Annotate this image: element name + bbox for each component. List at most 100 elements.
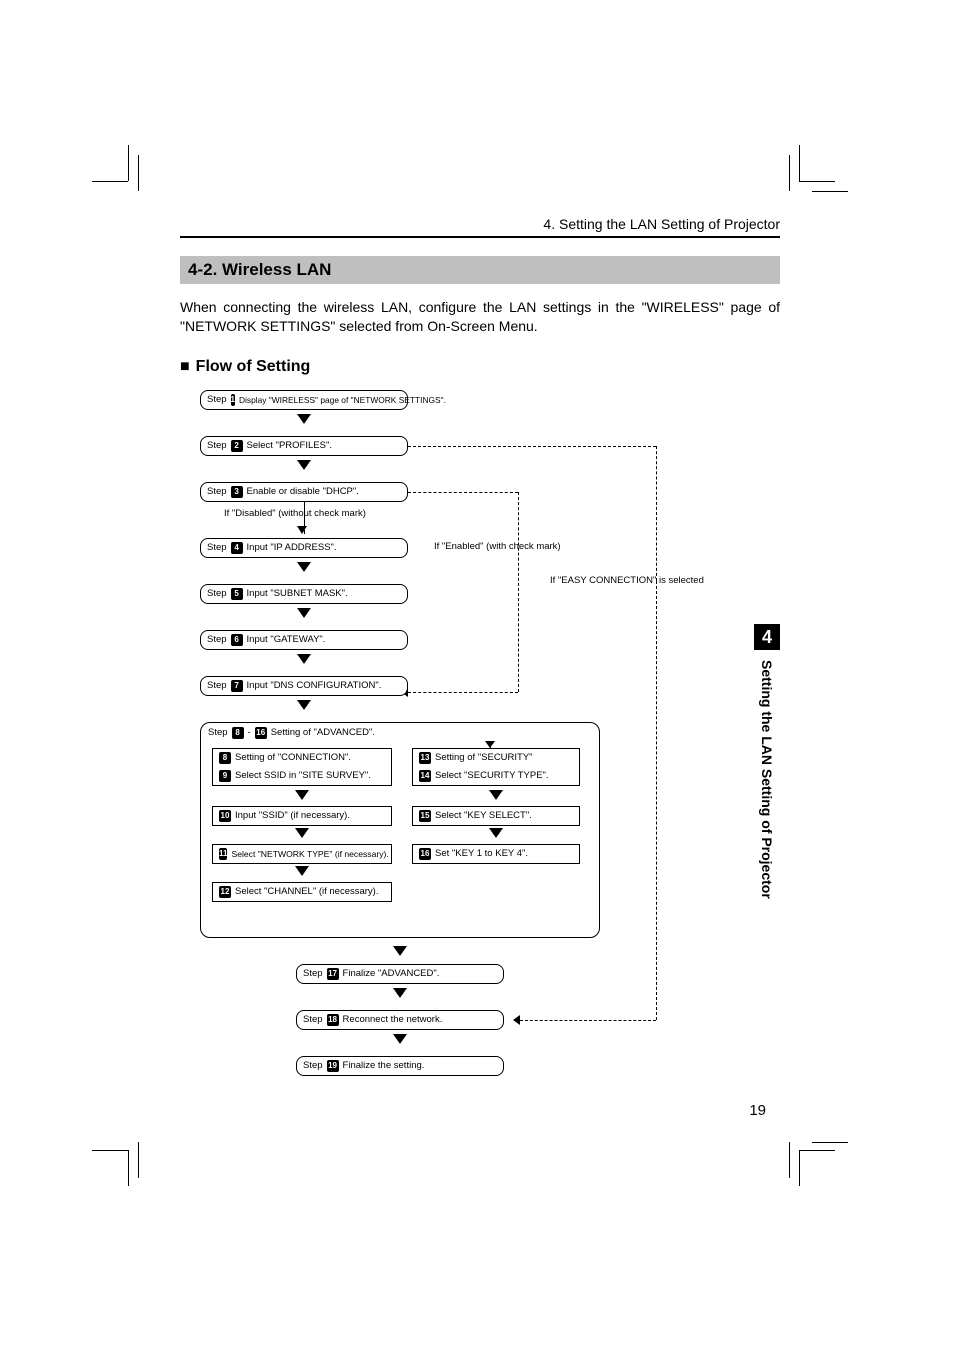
- step-text: Setting of "ADVANCED".: [271, 727, 375, 738]
- step-label: Step: [208, 727, 228, 738]
- arrow-down-icon: [297, 700, 311, 710]
- connector-dashed: [520, 1020, 656, 1021]
- step-13-row: 13 Setting of "SECURITY": [413, 749, 579, 767]
- arrow-down-icon: [393, 946, 407, 956]
- advanced-header: Step 8 - 16 Setting of "ADVANCED".: [208, 727, 375, 739]
- crop-mark: [92, 181, 128, 182]
- step-text: Input "DNS CONFIGURATION".: [247, 680, 382, 691]
- note-disabled: If "Disabled" (without check mark): [224, 508, 366, 519]
- note-enabled: If "Enabled" (with check mark): [434, 541, 561, 552]
- step-12-row: 12Select "CHANNEL" (if necessary).: [213, 883, 391, 901]
- crop-mark: [128, 1150, 129, 1186]
- step-16-block: 16 Set "KEY 1 to KEY 4".: [412, 844, 580, 864]
- crop-mark: [812, 191, 848, 192]
- step-number-badge: 18: [327, 1014, 339, 1026]
- security-block: 13 Setting of "SECURITY" 14Select "SECURI…: [412, 748, 580, 786]
- step-text: Select "KEY SELECT".: [435, 810, 532, 821]
- step-label: Step: [207, 542, 227, 553]
- step-number-badge: 17: [327, 968, 339, 980]
- step-11-block: 11Select "NETWORK TYPE" (if necessary).: [212, 844, 392, 864]
- page-number: 19: [749, 1102, 766, 1119]
- step-14-row: 14Select "SECURITY TYPE".: [413, 767, 579, 785]
- step-15-block: 15 Select "KEY SELECT".: [412, 806, 580, 826]
- chapter-header: 4. Setting the LAN Setting of Projector: [180, 216, 780, 238]
- step-number-badge: 16: [419, 848, 431, 860]
- step-text: Enable or disable "DHCP".: [247, 486, 359, 497]
- step-number-badge: 15: [419, 810, 431, 822]
- arrow-down-icon: [393, 988, 407, 998]
- connector-dashed: [408, 446, 656, 447]
- crop-mark: [812, 1142, 848, 1143]
- arrow-down-icon: [489, 828, 503, 838]
- page-content: 4. Setting the LAN Setting of Projector …: [180, 216, 780, 1090]
- crop-mark: [789, 155, 790, 191]
- subsection-title: ■ Flow of Setting: [180, 358, 780, 376]
- step-19-box: Step 19 Finalize the setting.: [296, 1056, 504, 1076]
- step-number-badge: 19: [327, 1060, 339, 1072]
- step-17-box: Step 17 Finalize "ADVANCED".: [296, 964, 504, 984]
- step-text: Set "KEY 1 to KEY 4".: [435, 848, 528, 859]
- step-text: Input "SSID" (if necessary).: [235, 810, 350, 821]
- step-number-badge: 13: [419, 752, 431, 764]
- step-10-row: 10 Input "SSID" (if necessary).: [213, 807, 391, 825]
- subsection-title-text: Flow of Setting: [196, 358, 311, 375]
- step-text: Setting of "SECURITY": [435, 752, 533, 763]
- step-11-row: 11Select "NETWORK TYPE" (if necessary).: [213, 845, 391, 863]
- step-text: Select "PROFILES".: [247, 440, 332, 451]
- chapter-tab-number: 4: [754, 624, 780, 650]
- step-label: Step: [303, 1060, 323, 1071]
- step-10-block: 10 Input "SSID" (if necessary).: [212, 806, 392, 826]
- step-text: Display "WIRELESS" page of "NETWORK SETT…: [239, 395, 446, 405]
- step-label: Step: [303, 1014, 323, 1025]
- range-dash: -: [248, 727, 251, 738]
- step-text: Reconnect the network.: [343, 1014, 443, 1025]
- step-number-badge: 10: [219, 810, 231, 822]
- arrow-down-icon: [297, 414, 311, 424]
- step-16-row: 16 Set "KEY 1 to KEY 4".: [413, 845, 579, 863]
- step-label: Step: [207, 440, 227, 451]
- step-7-box: Step 7 Input "DNS CONFIGURATION".: [200, 676, 408, 696]
- step-number-badge: 7: [231, 680, 243, 692]
- step-text: Finalize the setting.: [343, 1060, 425, 1071]
- connector-dashed: [656, 446, 657, 581]
- crop-mark: [799, 1150, 800, 1186]
- arrow-down-icon: [485, 741, 495, 748]
- step-label: Step: [207, 486, 227, 497]
- step-label: Step: [303, 968, 323, 979]
- step-text: Input "IP ADDRESS".: [247, 542, 337, 553]
- step-number-badge: 5: [231, 588, 243, 600]
- step-15-row: 15 Select "KEY SELECT".: [413, 807, 579, 825]
- square-bullet-icon: ■: [180, 358, 190, 375]
- arrow-down-icon: [297, 526, 307, 534]
- arrow-down-icon: [295, 828, 309, 838]
- step-number-badge: 8: [232, 727, 244, 739]
- crop-mark: [128, 145, 129, 181]
- connector-dashed: [408, 692, 518, 693]
- crop-mark: [799, 1150, 835, 1151]
- chapter-tab-label: Setting the LAN Setting of Projector: [754, 660, 780, 970]
- connector-dashed: [656, 581, 657, 1020]
- step-number-badge: 2: [231, 440, 243, 452]
- step-text: Select "NETWORK TYPE" (if necessary).: [231, 849, 388, 859]
- step-label: Step: [207, 634, 227, 645]
- crop-mark: [138, 155, 139, 191]
- arrow-down-icon: [295, 866, 309, 876]
- step-text: Finalize "ADVANCED".: [343, 968, 440, 979]
- arrow-down-icon: [393, 1034, 407, 1044]
- step-number-badge: 9: [219, 770, 231, 782]
- step-number-badge: 12: [219, 886, 231, 898]
- step-2-box: Step 2 Select "PROFILES".: [200, 436, 408, 456]
- step-number-badge: 6: [231, 634, 243, 646]
- step-text: Select SSID in "SITE SURVEY".: [235, 770, 371, 781]
- step-label: Step: [207, 680, 227, 691]
- crop-mark: [789, 1142, 790, 1178]
- step-number-badge: 4: [231, 542, 243, 554]
- step-1-box: Step 1 Display "WIRELESS" page of "NETWO…: [200, 390, 408, 410]
- step-number-badge: 8: [219, 752, 231, 764]
- step-18-box: Step 18 Reconnect the network.: [296, 1010, 504, 1030]
- crop-mark: [92, 1150, 128, 1151]
- connection-block: 8Setting of "CONNECTION". 9Select SSID i…: [212, 748, 392, 786]
- arrow-down-icon: [489, 790, 503, 800]
- step-number-badge: 3: [231, 486, 243, 498]
- arrow-icon: [513, 1015, 520, 1025]
